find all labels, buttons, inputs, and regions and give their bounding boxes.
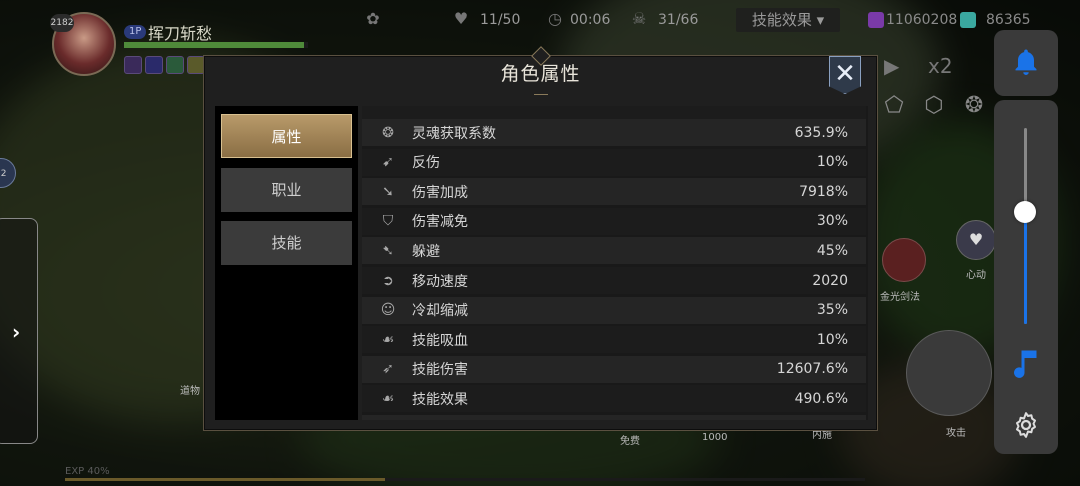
paw-icon: ✿	[366, 9, 380, 28]
title-ornament	[534, 89, 548, 95]
buff-icon	[166, 56, 184, 74]
ringer-mode-button[interactable]	[994, 30, 1058, 96]
tab-skills[interactable]: 技能	[221, 221, 352, 265]
buff-icon	[124, 56, 142, 74]
gear-icon[interactable]	[1011, 410, 1041, 440]
attribute-value: 12607.6%	[776, 361, 848, 378]
reflect-icon: ➹	[382, 154, 394, 171]
damage-up-icon: ➘	[382, 183, 394, 200]
tab-attributes[interactable]: 属性	[221, 114, 352, 158]
boot-icon: ➲	[382, 272, 394, 289]
music-note-icon[interactable]	[1008, 346, 1044, 382]
skill-effect-icon: ☙	[381, 390, 395, 407]
bell-icon	[1015, 49, 1037, 75]
exp-label: EXP 40%	[65, 466, 110, 477]
teal-currency: 86365	[986, 12, 1031, 28]
heartbeat-icon: ♥	[453, 9, 469, 28]
player-hp-bar	[124, 42, 308, 48]
rune-icon[interactable]: ❂	[960, 92, 988, 120]
enemy-icon: ☠	[631, 9, 647, 28]
item-label: 道物	[180, 386, 200, 397]
attribute-name: 灵魂获取系数	[412, 125, 496, 142]
dodge-icon: ➷	[382, 242, 394, 259]
free-cost-label: 1000	[702, 432, 728, 443]
attribute-value: 35%	[816, 302, 848, 319]
tab-class[interactable]: 职业	[221, 168, 352, 212]
rune-icon[interactable]: ⬠	[880, 92, 908, 120]
volume-slider-knob[interactable]	[1014, 201, 1036, 224]
attribute-row: ❂ 灵魂获取系数 635.9%	[362, 119, 866, 146]
kill-counter: 31/66	[658, 12, 699, 28]
skill-effect-label: 技能效果	[751, 11, 812, 29]
exp-fill	[65, 478, 385, 481]
attribute-name: 冷却缩减	[412, 303, 468, 320]
attribute-value: 2020	[812, 272, 848, 289]
attribute-name: 伤害加成	[412, 184, 468, 201]
close-button[interactable]: ✕	[829, 56, 861, 94]
buff-icon	[145, 56, 163, 74]
chevron-down-icon: ▾	[816, 11, 825, 29]
player-hp-fill	[124, 42, 305, 48]
attribute-name: 技能效果	[412, 391, 468, 408]
attribute-name: 反伤	[412, 155, 440, 172]
gold-sword-label: 金光剑法	[880, 292, 920, 303]
player-level-badge: 2182	[50, 14, 74, 32]
attribute-name: 伤害减免	[412, 214, 468, 231]
attribute-row: ⛉ 伤害减免 30%	[362, 207, 866, 235]
chevron-right-icon[interactable]: ›	[12, 320, 20, 344]
list-item	[362, 106, 866, 119]
attribute-name: 移动速度	[412, 273, 468, 290]
attribute-row: ➶ 技能伤害 12607.6%	[362, 355, 866, 383]
volume-panel	[994, 100, 1058, 454]
attack-button[interactable]	[906, 330, 992, 416]
attribute-list[interactable]: ❂ 灵魂获取系数 635.9% ➹ 反伤 10% ➘ 伤害加成 7918% ⛉ 伤害减免 30% ➷ 躲避…	[362, 106, 868, 420]
attribute-row: ➲ 移动速度 2020	[362, 267, 866, 294]
volume-fill	[1024, 212, 1027, 324]
rune-slots: ⬠ ⬡ ❂	[880, 92, 988, 120]
attribute-value: 7918%	[799, 183, 848, 200]
skill-damage-icon: ➶	[382, 361, 394, 378]
timer: 00:06	[570, 12, 611, 28]
heart-skill-icon[interactable]: ♥	[956, 220, 996, 260]
speed-button[interactable]: x2	[928, 54, 953, 78]
tab-list: 属性 职业 技能	[215, 106, 358, 420]
attribute-value: 10%	[816, 331, 848, 348]
gold-sword-skill-icon[interactable]	[882, 238, 926, 282]
attribute-name: 技能伤害	[412, 362, 468, 379]
attribute-row: ➹ 反伤 10%	[362, 148, 866, 176]
attribute-value: 10%	[816, 154, 848, 171]
attribute-row: ➷ 躲避 45%	[362, 237, 866, 265]
lifesteal-icon: ☙	[381, 331, 395, 348]
buff-list	[124, 56, 205, 74]
attribute-value: 30%	[816, 213, 848, 230]
teal-gem-icon	[960, 12, 976, 28]
cooldown-icon: ☺	[380, 302, 396, 319]
attribute-value: 635.9%	[794, 124, 848, 141]
character-attributes-modal: 角色属性 ✕ 属性 职业 技能 ❂ 灵魂获取系数 635.9% ➹ 反伤 10% ➘ 伤害加成…	[203, 46, 878, 431]
attribute-row: ➘ 伤害加成 7918%	[362, 178, 866, 206]
play-icon[interactable]: ▶	[884, 54, 899, 78]
attribute-row: ☙ 技能吸血 10%	[362, 326, 866, 354]
exp-bar	[65, 478, 865, 481]
attribute-value: 490.6%	[794, 390, 848, 407]
attribute-row: ☙ 技能效果 490.6%	[362, 385, 866, 413]
attribute-value: 45%	[816, 242, 848, 259]
attack-label: 攻击	[946, 428, 966, 439]
player-name: 挥刀斩愁	[148, 24, 213, 43]
rune-icon[interactable]: ⬡	[920, 92, 948, 120]
wave-counter: 11/50	[480, 12, 521, 28]
clock-icon: ◷	[548, 9, 562, 28]
free-label: 免费	[620, 436, 640, 447]
player-slot-badge: 1P	[124, 25, 147, 39]
purple-gem-icon	[868, 12, 884, 28]
shield-icon: ⛉	[382, 213, 394, 230]
attribute-name: 技能吸血	[412, 332, 468, 349]
attribute-row: ☺ 冷却缩减 35%	[362, 296, 866, 324]
list-item	[362, 415, 866, 420]
purple-currency: 11060208	[886, 12, 958, 28]
soul-icon: ❂	[382, 124, 394, 141]
attribute-name: 躲避	[412, 243, 440, 260]
skill-effect-dropdown[interactable]: 技能效果 ▾	[736, 8, 840, 32]
heart-skill-label: 心动	[966, 270, 986, 281]
